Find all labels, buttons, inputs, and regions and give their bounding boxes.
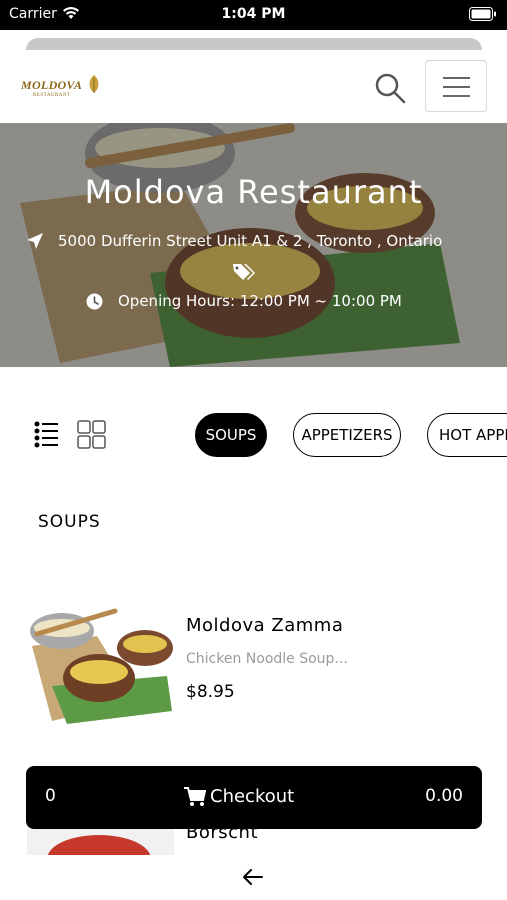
- opening-hours-row: Opening Hours: 12:00 PM ~ 10:00 PM: [86, 290, 486, 314]
- battery-icon: [469, 7, 496, 21]
- logo-subtext: RESTAURANT: [33, 93, 71, 98]
- dish-price: $8.95: [186, 682, 235, 702]
- hero-banner: Moldova Restaurant 5000 Dufferin Street …: [0, 123, 507, 367]
- category-tab-label: HOT APPE: [439, 426, 507, 444]
- restaurant-sheet: MOLDOVA RESTAURANT Moldova Restaurant 50…: [0, 50, 507, 900]
- clock-time: 1:04 PM: [221, 6, 286, 22]
- menu-bar: [443, 77, 470, 79]
- menu-bar: [443, 86, 470, 88]
- logo-leaf-icon: [89, 75, 99, 93]
- grid-view-icon[interactable]: [77, 420, 107, 450]
- restaurant-address: 5000 Dufferin Street Unit A1 & 2 , Toron…: [58, 232, 443, 250]
- top-header: MOLDOVA RESTAURANT: [0, 50, 507, 123]
- back-arrow-icon[interactable]: [242, 868, 264, 886]
- opening-hours: Opening Hours: 12:00 PM ~ 10:00 PM: [118, 292, 402, 310]
- menu-bar: [443, 95, 470, 97]
- search-icon[interactable]: [372, 70, 408, 106]
- cart-total: 0.00: [425, 786, 463, 806]
- tag-icon: [233, 264, 255, 280]
- checkout-label: Checkout: [210, 786, 295, 807]
- menu-button[interactable]: [425, 60, 487, 112]
- category-tab-soups[interactable]: SOUPS: [195, 413, 267, 457]
- dish-image[interactable]: [27, 606, 174, 726]
- checkout-button[interactable]: 0 Checkout 0.00: [26, 766, 482, 829]
- dish-image[interactable]: [27, 825, 174, 855]
- category-tab-appetizers[interactable]: APPETIZERS: [293, 413, 401, 457]
- section-title: SOUPS: [38, 512, 101, 532]
- logo-text: MOLDOVA: [21, 78, 83, 92]
- list-view-icon[interactable]: [33, 420, 59, 450]
- category-tab-hot-appetizers[interactable]: HOT APPE: [427, 413, 507, 457]
- cart-count: 0: [45, 786, 56, 806]
- clock-icon: [86, 293, 103, 310]
- dish-name[interactable]: Moldova Zamma: [186, 615, 343, 636]
- location-arrow-icon: [27, 233, 43, 249]
- restaurant-logo[interactable]: MOLDOVA RESTAURANT: [20, 64, 104, 110]
- address-row: 5000 Dufferin Street Unit A1 & 2 , Toron…: [26, 230, 496, 254]
- restaurant-name: Moldova Restaurant: [84, 173, 423, 211]
- cart-icon: [184, 787, 206, 806]
- status-bar: Carrier 1:04 PM: [0, 0, 507, 30]
- dish-description: Chicken Noodle Soup...: [186, 651, 348, 667]
